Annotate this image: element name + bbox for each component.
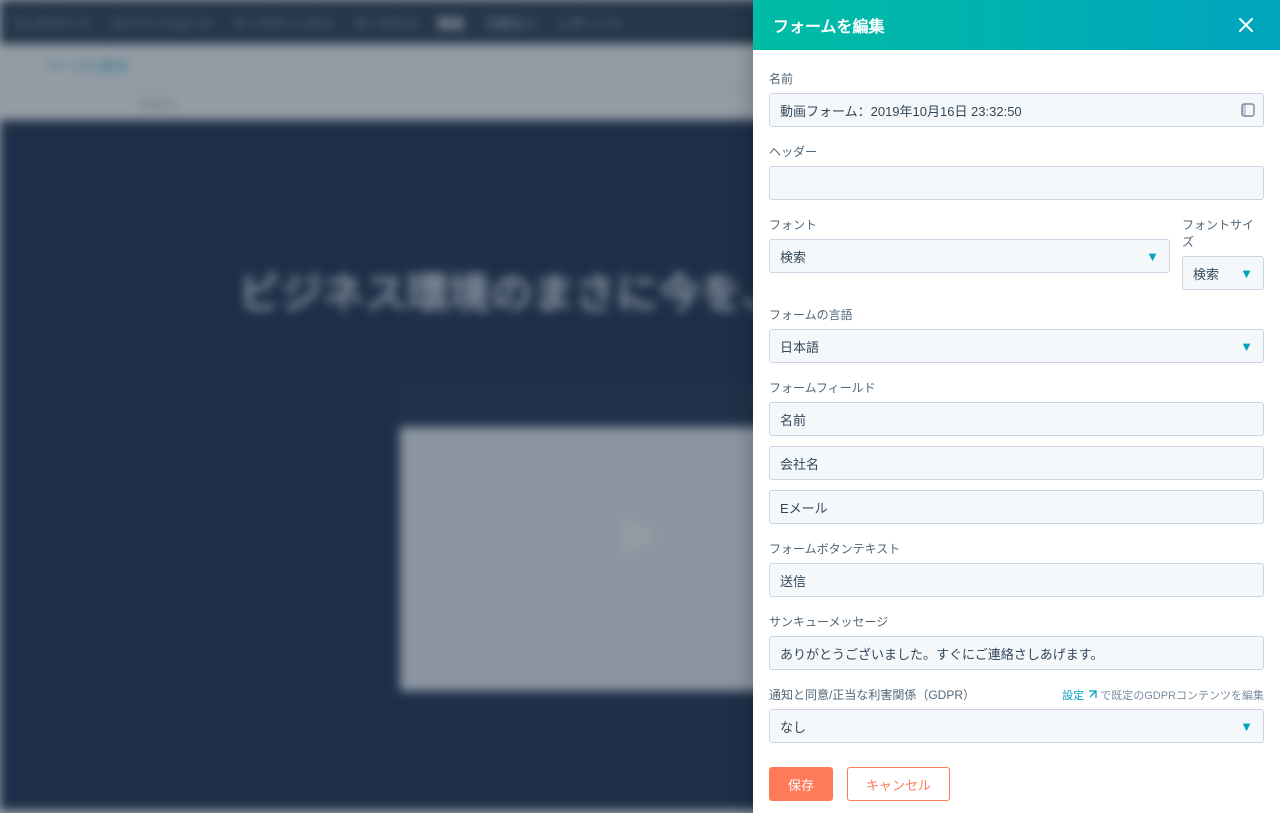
font-select[interactable]: 検索 ▼ — [769, 239, 1170, 273]
save-button[interactable]: 保存 — [769, 767, 833, 801]
panel-header: フォームを編集 — [753, 0, 1280, 50]
gdpr-select[interactable]: なし ▼ — [769, 709, 1264, 743]
header-label: ヘッダー — [769, 143, 1264, 160]
expand-icon[interactable] — [1241, 103, 1255, 117]
font-label: フォント — [769, 216, 1170, 233]
chevron-down-icon: ▼ — [1240, 719, 1253, 734]
button-text-input[interactable]: 送信 — [769, 563, 1264, 597]
form-field-item[interactable]: 名前 — [769, 402, 1264, 436]
cancel-button[interactable]: キャンセル — [847, 767, 950, 801]
gdpr-hint: 設定 で既定のGDPRコンテンツを編集 — [1062, 687, 1264, 703]
name-input[interactable]: 動画フォーム：2019年10月16日 23:32:50 — [769, 93, 1264, 127]
chevron-down-icon: ▼ — [1240, 266, 1253, 281]
thankyou-input[interactable]: ありがとうございました。すぐにご連絡さしあげます。 — [769, 636, 1264, 670]
language-select[interactable]: 日本語 ▼ — [769, 329, 1264, 363]
header-input[interactable] — [769, 166, 1264, 200]
language-label: フォームの言語 — [769, 306, 1264, 323]
panel-title: フォームを編集 — [773, 13, 1238, 37]
gdpr-settings-link[interactable]: 設定 — [1062, 690, 1100, 702]
chevron-down-icon: ▼ — [1146, 249, 1159, 264]
close-icon[interactable] — [1238, 17, 1260, 33]
panel-footer: 保存 キャンセル — [753, 755, 1280, 813]
form-fields-label: フォームフィールド — [769, 379, 1264, 396]
panel-body: 名前 動画フォーム：2019年10月16日 23:32:50 ヘッダー フォント… — [753, 50, 1280, 755]
edit-form-panel: フォームを編集 名前 動画フォーム：2019年10月16日 23:32:50 ヘ… — [753, 0, 1280, 813]
name-label: 名前 — [769, 70, 1264, 87]
form-field-item[interactable]: 会社名 — [769, 446, 1264, 480]
font-size-select[interactable]: 検索 ▼ — [1182, 256, 1264, 290]
gdpr-label: 通知と同意/正当な利害関係（GDPR） — [769, 686, 1062, 703]
button-text-label: フォームボタンテキスト — [769, 540, 1264, 557]
thankyou-label: サンキューメッセージ — [769, 613, 1264, 630]
font-size-label: フォントサイズ — [1182, 216, 1264, 250]
form-field-item[interactable]: Eメール — [769, 490, 1264, 524]
chevron-down-icon: ▼ — [1240, 339, 1253, 354]
